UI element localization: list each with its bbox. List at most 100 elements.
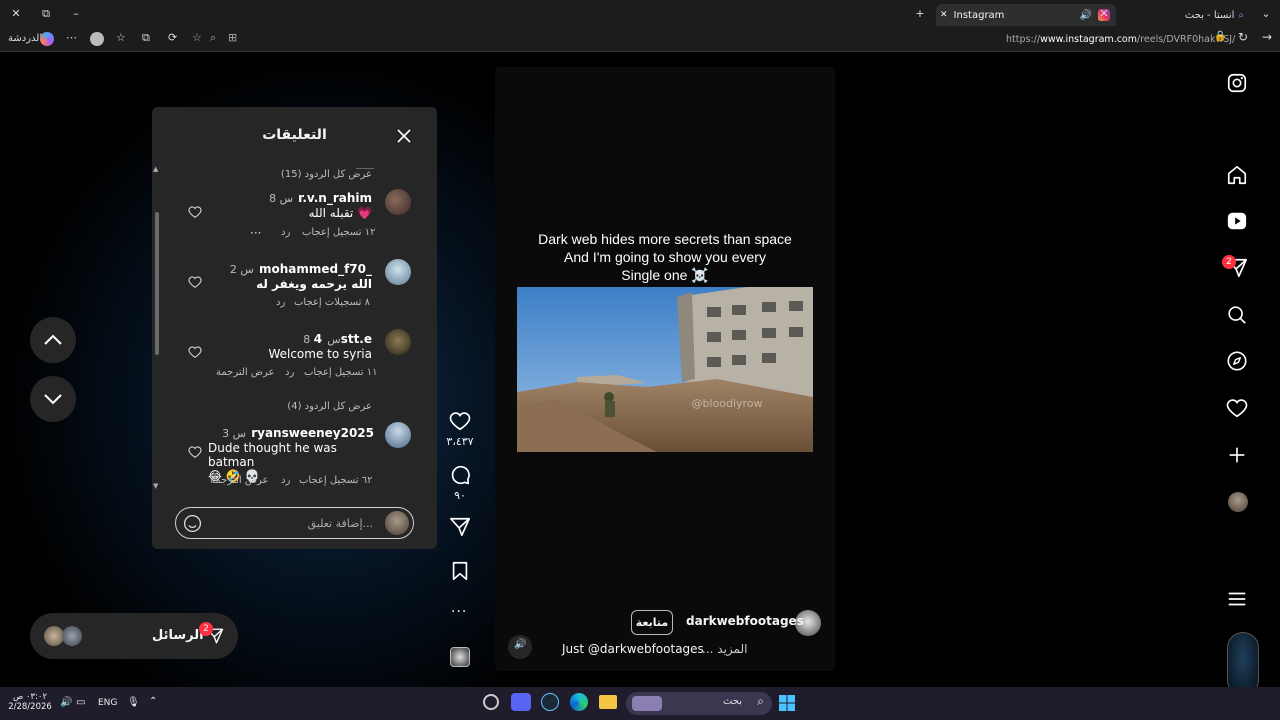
translate-button[interactable]: عرض الترجمة — [216, 367, 274, 378]
comment-likes[interactable]: ١١ تسجيل إعجاب — [304, 367, 378, 378]
badge-count: 2 — [1226, 257, 1232, 267]
mute-button[interactable]: 🔊 — [508, 635, 532, 659]
more-icon[interactable]: ⋯ — [66, 31, 77, 44]
emoji-icon[interactable] — [183, 514, 202, 533]
volume-icon[interactable]: 🔊 — [60, 697, 72, 708]
messages-pill[interactable]: الرسائل 2 — [30, 613, 238, 659]
reels-icon[interactable] — [1226, 210, 1248, 232]
url-domain: www.instagram.com — [1040, 34, 1137, 45]
new-tab-icon[interactable]: + — [912, 6, 928, 22]
microphone-icon[interactable]: 🎙 — [127, 697, 140, 708]
tab-instagram[interactable]: ✕ Instagram 🔊 — [936, 4, 1116, 26]
speaker-icon[interactable]: 🔊 — [1080, 10, 1092, 21]
comment-input-box[interactable]: إضافة تعليق... — [175, 507, 414, 539]
discord-icon[interactable] — [511, 693, 531, 711]
reply-button[interactable]: رد — [285, 367, 294, 378]
sync-icon[interactable]: ⟳ — [168, 31, 177, 44]
maximize-icon[interactable]: ⧉ — [38, 6, 54, 22]
view-replies-top[interactable]: عرض كل الردود (15) — [252, 162, 372, 180]
more-options-icon[interactable]: ··· — [250, 226, 261, 240]
language-indicator[interactable]: ENG — [98, 698, 117, 708]
network-icon[interactable]: ▭ — [76, 697, 85, 708]
comment-time: 8 س — [269, 192, 294, 205]
comment-likes[interactable]: ٨ تسجيلات إعجاب — [294, 297, 370, 308]
refresh-icon[interactable]: ↻ — [1238, 30, 1248, 44]
messages-label: الرسائل — [152, 628, 204, 643]
comment-username[interactable]: r.v.n_rahim — [298, 191, 372, 205]
translate-button[interactable]: عرض الترجمة — [210, 475, 268, 486]
comment-text: Dude thought he was batman — [208, 441, 337, 469]
scroll-down-arrow[interactable]: ▼ — [153, 482, 158, 490]
comment-username[interactable]: ryansweeney2025 — [251, 426, 374, 440]
minimize-icon[interactable]: – — [68, 6, 84, 22]
zoom-icon[interactable]: ⌕ — [210, 31, 216, 45]
profile-icon[interactable] — [90, 32, 104, 46]
tab-close-icon[interactable]: ✕ — [940, 10, 948, 20]
back-arrow-icon[interactable]: → — [1262, 30, 1272, 44]
add-favorite-icon[interactable]: ☆ — [192, 31, 202, 44]
tab-list-icon[interactable]: ⌄ — [1258, 6, 1274, 22]
follow-button[interactable]: متابعة — [631, 610, 673, 635]
comment-icon[interactable] — [449, 464, 471, 486]
tray-chevron-icon[interactable]: ⌃ — [149, 696, 157, 707]
close-window-icon[interactable]: ✕ — [8, 6, 24, 22]
author-username[interactable]: darkwebfootages — [686, 614, 804, 628]
clock-date: 2/28/2026 — [8, 702, 52, 712]
explore-icon[interactable] — [1226, 350, 1248, 372]
avatar[interactable] — [385, 329, 411, 355]
menu-icon[interactable] — [1226, 588, 1248, 610]
comment-count: ٩٠ — [454, 489, 466, 502]
copilot-icon[interactable] — [40, 32, 54, 46]
apps-icon[interactable]: ⊞ — [228, 31, 237, 44]
file-explorer-icon[interactable] — [599, 695, 617, 709]
view-replies-mid[interactable]: عرض كل الردود (4) — [242, 394, 372, 413]
reply-button[interactable]: رد — [276, 297, 285, 308]
create-plus-icon[interactable] — [1226, 444, 1248, 466]
comments-title: التعليقات — [262, 127, 327, 143]
like-comment-icon[interactable] — [188, 275, 202, 289]
reply-button[interactable]: رد — [281, 475, 290, 486]
scroll-up-arrow[interactable]: ▲ — [153, 165, 158, 173]
like-comment-icon[interactable] — [188, 445, 202, 459]
comment-input-placeholder[interactable]: إضافة تعليق... — [308, 517, 373, 530]
steam-icon[interactable] — [541, 693, 559, 711]
url-field[interactable]: https://www.instagram.com/reels/DVRF0hak… — [1006, 34, 1235, 45]
tab-close-icon[interactable]: ✕ — [1096, 6, 1112, 22]
like-comment-icon[interactable] — [188, 345, 202, 359]
profile-avatar-icon[interactable] — [1228, 492, 1248, 512]
tab-search[interactable]: انستا - بحث ⌕ — [1120, 4, 1252, 26]
bookmark-icon[interactable] — [449, 560, 471, 582]
next-reel-button[interactable] — [30, 376, 76, 422]
close-icon[interactable] — [396, 128, 412, 144]
lock-icon[interactable]: 🔒 — [1214, 31, 1226, 42]
avatar[interactable] — [385, 189, 411, 215]
more-options-icon[interactable]: ··· — [451, 604, 467, 620]
extensions-icon[interactable]: ⧉ — [142, 31, 150, 45]
audio-thumbnail-icon[interactable] — [450, 647, 470, 667]
clock[interactable]: ٠٣:٠٢ ص 2/28/2026 — [8, 692, 52, 712]
chat-label[interactable]: الدردشة — [8, 33, 42, 44]
reply-button[interactable]: رد — [281, 227, 290, 238]
speaker-icon: 🔊 — [514, 639, 527, 650]
notifications-heart-icon[interactable] — [1226, 397, 1248, 419]
search-icon[interactable] — [1226, 304, 1248, 326]
comment-username[interactable]: 4stt.e — [314, 332, 372, 346]
taskbar-app-icon[interactable] — [483, 694, 499, 710]
like-comment-icon[interactable] — [188, 205, 202, 219]
windows-start-icon[interactable] — [779, 695, 795, 711]
comment-likes[interactable]: ١٢ تسجيل إعجاب — [302, 227, 376, 238]
like-icon[interactable] — [449, 410, 471, 432]
avatar[interactable] — [385, 259, 411, 285]
taskbar-search[interactable]: بحث ⌕ — [626, 692, 772, 715]
previous-reel-button[interactable] — [30, 317, 76, 363]
share-icon[interactable] — [449, 516, 471, 538]
comment-likes[interactable]: ٦٢ تسجيل إعجاب — [299, 475, 373, 486]
home-icon[interactable] — [1226, 164, 1248, 186]
more-link[interactable]: ... المزيد — [702, 642, 747, 656]
comment-username[interactable]: mohammed_f70_ — [259, 262, 372, 276]
favorites-icon[interactable]: ☆ — [116, 31, 126, 44]
comments-scrollbar[interactable] — [155, 212, 159, 355]
avatar[interactable] — [385, 422, 411, 448]
edge-icon[interactable] — [570, 693, 588, 711]
instagram-logo-icon[interactable] — [1226, 72, 1248, 94]
